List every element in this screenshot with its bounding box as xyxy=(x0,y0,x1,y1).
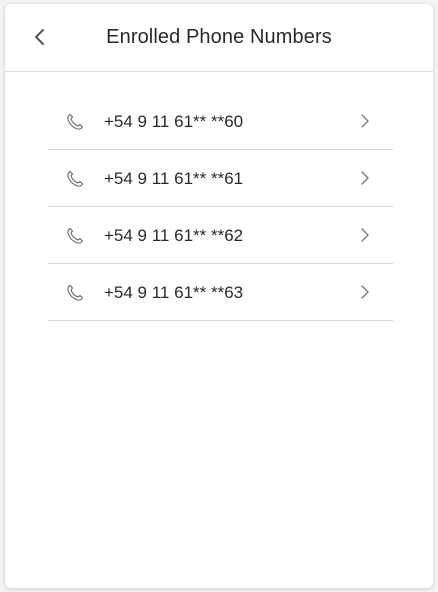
phone-number: +54 9 11 61** **63 xyxy=(104,283,244,302)
phone-number: +54 9 11 61** **60 xyxy=(104,112,244,131)
chevron-right-icon xyxy=(361,114,369,128)
phone-row-3[interactable]: +54 9 11 61** **62 xyxy=(48,207,393,264)
chevron-right-icon xyxy=(361,285,369,299)
enrolled-phones-panel: Enrolled Phone Numbers +54 9 11 61** **6… xyxy=(5,4,433,588)
phone-number: +54 9 11 61** **62 xyxy=(104,226,244,245)
phone-number: +54 9 11 61** **61 xyxy=(104,169,244,188)
phone-number-list: +54 9 11 61** **60 +54 9 11 61** **61 +5… xyxy=(48,93,393,321)
page-title: Enrolled Phone Numbers xyxy=(106,26,332,48)
phone-icon xyxy=(67,284,84,301)
chevron-right-icon xyxy=(361,171,369,185)
phone-row-1[interactable]: +54 9 11 61** **60 xyxy=(48,93,393,150)
phone-icon xyxy=(67,227,84,244)
phone-icon xyxy=(67,170,84,187)
chevron-right-icon xyxy=(361,228,369,242)
phone-row-2[interactable]: +54 9 11 61** **61 xyxy=(48,150,393,207)
header: Enrolled Phone Numbers xyxy=(5,4,433,72)
phone-icon xyxy=(67,113,84,130)
phone-row-4[interactable]: +54 9 11 61** **63 xyxy=(48,264,393,321)
